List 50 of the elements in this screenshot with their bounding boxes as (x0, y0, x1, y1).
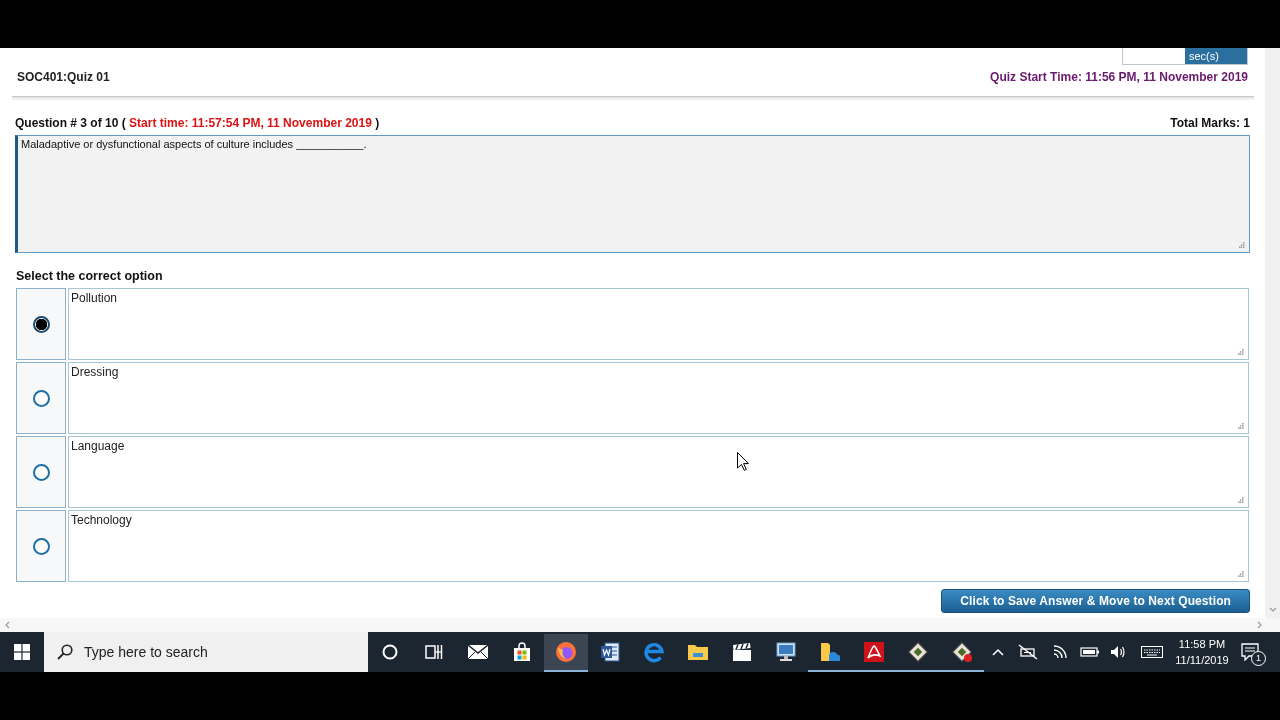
clock-button[interactable]: 11:58 PM 11/11/2019 (1172, 632, 1232, 672)
shopping-bag-icon (512, 642, 532, 662)
notification-icon (1241, 643, 1259, 661)
radio-button[interactable] (32, 389, 50, 407)
clapperboard-icon (731, 642, 753, 662)
circle-logo-icon (555, 641, 577, 663)
cursor-icon (737, 452, 749, 471)
timer-unit: sec(s) (1185, 48, 1247, 64)
save-next-button[interactable]: Click to Save Answer & Move to Next Question (941, 589, 1250, 613)
folder-cloud-icon (819, 642, 841, 662)
question-heading: Question # 3 of 10 ( Start time: 11:57:54 PM, 11 November 2019 ) (15, 116, 380, 130)
resize-grip-icon[interactable] (1238, 423, 1244, 429)
vertical-scrollbar[interactable] (1265, 48, 1280, 618)
document-icon (600, 642, 620, 662)
option-textarea[interactable]: Pollution (68, 288, 1249, 360)
option-textarea[interactable]: Language (68, 436, 1249, 508)
battery-icon (1080, 647, 1100, 657)
swirl-tile-icon (864, 642, 884, 662)
resize-grip-icon[interactable] (1239, 242, 1245, 248)
envelope-icon (467, 644, 489, 660)
resize-grip-icon[interactable] (1238, 349, 1244, 355)
windows-icon (14, 644, 30, 660)
speaker-icon (1110, 645, 1126, 659)
circle-icon (382, 644, 398, 660)
notification-count: 1 (1251, 651, 1266, 666)
computer-icon (775, 642, 797, 662)
taskbar-button[interactable] (544, 632, 588, 672)
task-view-icon (425, 644, 443, 660)
radio-button[interactable] (32, 315, 50, 333)
resize-grip-icon[interactable] (1238, 571, 1244, 577)
chevron-up-icon (992, 648, 1004, 656)
folder-icon (687, 643, 709, 661)
radio-button[interactable] (32, 463, 50, 481)
question-textarea[interactable]: Maladaptive or dysfunctional aspects of culture includes ___________. (15, 135, 1250, 253)
horizontal-scrollbar[interactable] (0, 618, 1280, 632)
option-textarea[interactable]: Dressing (68, 362, 1249, 434)
quiz-title: SOC401:Quiz 01 (17, 70, 110, 84)
e-logo-icon (643, 641, 665, 663)
keyboard-icon (1141, 646, 1163, 658)
wifi-icon (1052, 645, 1068, 659)
search-field[interactable]: Type here to search (44, 632, 368, 672)
total-marks: Total Marks: 1 (1170, 116, 1250, 130)
radio-button[interactable] (32, 537, 50, 555)
option-textarea[interactable]: Technology (68, 510, 1249, 582)
resize-grip-icon[interactable] (1238, 497, 1244, 503)
search-icon (57, 644, 73, 660)
crossed-out-screen-icon (1018, 644, 1038, 660)
quiz-start-time: Quiz Start Time: 11:56 PM, 11 November 2019 (990, 70, 1248, 84)
notification-button[interactable]: 1 (1232, 632, 1268, 672)
option-instruction: Select the correct option (16, 269, 163, 283)
